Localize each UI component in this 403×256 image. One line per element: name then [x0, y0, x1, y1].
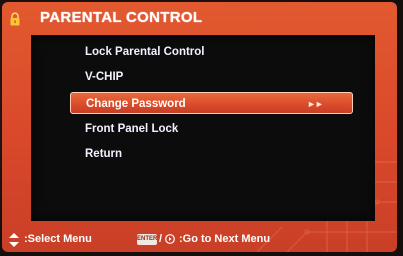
- menu-item-label: Return: [85, 148, 123, 160]
- menu-item-front-panel-lock[interactable]: Front Panel Lock: [85, 118, 178, 140]
- menu-item-return[interactable]: Return: [85, 143, 122, 165]
- menu-item-v-chip[interactable]: V-CHIP: [85, 66, 123, 88]
- tv-screen: PARENTAL CONTROL Lock Parental Control V…: [0, 0, 403, 256]
- hint-separator: /: [159, 233, 163, 245]
- up-down-arrows-icon: [9, 233, 19, 247]
- menu-item-label: Front Panel Lock: [85, 123, 179, 135]
- help-bar: :Select Menu ENTER / :Go to Next Menu: [2, 228, 397, 252]
- submenu-arrow-icon: ►►: [307, 99, 324, 109]
- menu-item-label: Lock Parental Control: [85, 46, 205, 58]
- menu-item-label: V-CHIP: [85, 71, 124, 83]
- select-menu-hint: :Select Menu: [24, 233, 92, 245]
- menu-panel: Lock Parental Control V-CHIP Change Pass…: [31, 35, 375, 221]
- menu-item-lock-parental-control[interactable]: Lock Parental Control: [85, 41, 205, 63]
- enter-key-icon: ENTER: [137, 234, 157, 245]
- next-menu-hint: :Go to Next Menu: [179, 233, 271, 245]
- lock-icon: [10, 12, 20, 26]
- right-arrow-circle-icon: [165, 234, 175, 244]
- menu-item-label: Change Password: [86, 98, 186, 110]
- menu-header: PARENTAL CONTROL: [2, 2, 397, 32]
- menu-item-change-password[interactable]: Change Password ►►: [70, 92, 353, 114]
- menu-frame: PARENTAL CONTROL Lock Parental Control V…: [2, 2, 397, 252]
- page-title: PARENTAL CONTROL: [40, 9, 203, 26]
